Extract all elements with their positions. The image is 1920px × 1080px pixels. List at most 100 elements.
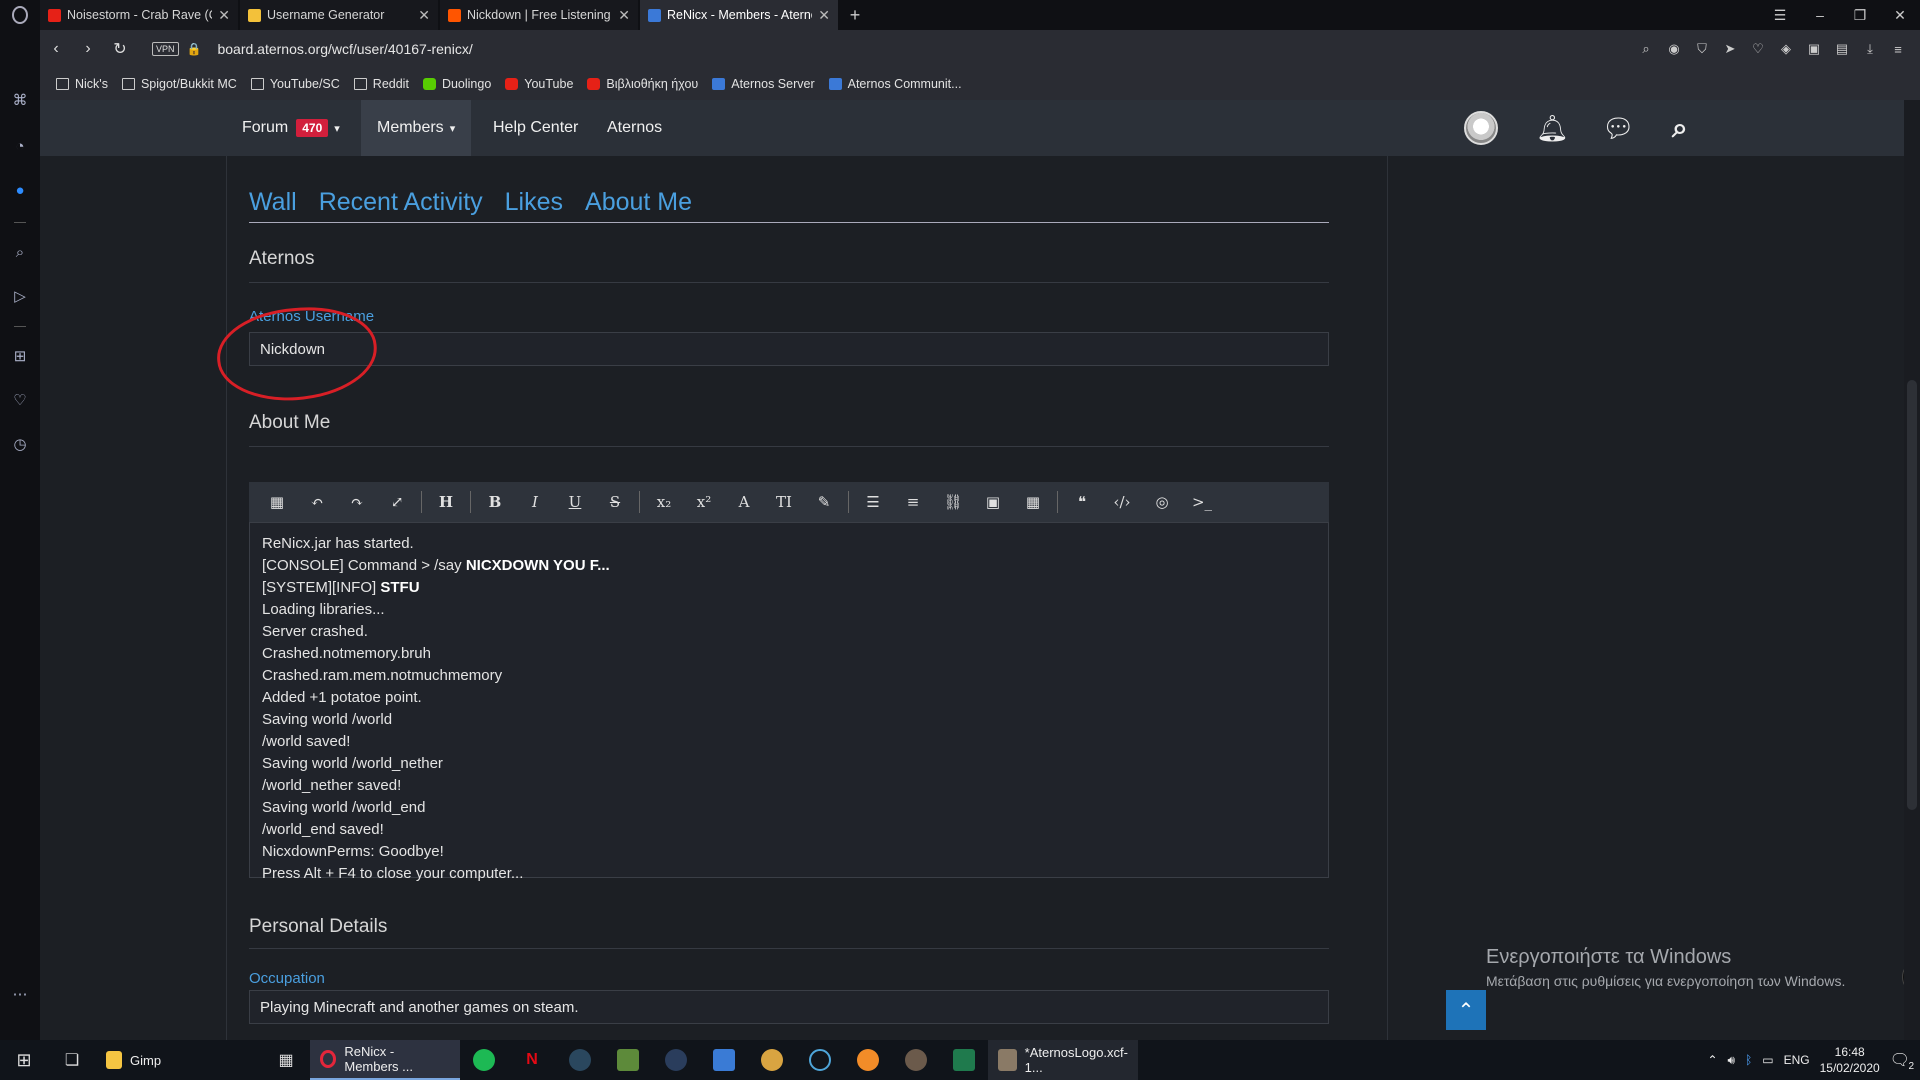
browser-tab[interactable]: Username Generator ✕ [240, 0, 438, 30]
link-icon[interactable]: ⛓ [933, 482, 973, 522]
source-icon[interactable]: ▦ [257, 482, 297, 522]
tab-likes[interactable]: Likes [505, 188, 563, 216]
browser-tab[interactable]: Noisestorm - Crab Rave (O ✕ [40, 0, 238, 30]
font-size-icon[interactable]: TI [764, 482, 804, 522]
bookmark-item[interactable]: YouTube/SC [250, 77, 340, 91]
spotify-icon[interactable] [460, 1040, 508, 1080]
nav-members[interactable]: Members ▾ [361, 100, 472, 156]
subscript-icon[interactable]: x₂ [644, 482, 684, 522]
photo-app-icon[interactable] [700, 1040, 748, 1080]
steam-icon[interactable] [556, 1040, 604, 1080]
fullscreen-icon[interactable]: ⤢ [377, 482, 417, 522]
close-tab-icon[interactable]: ✕ [618, 7, 630, 24]
minecraft-icon[interactable] [604, 1040, 652, 1080]
gimp-icon[interactable] [892, 1040, 940, 1080]
close-tab-icon[interactable]: ✕ [218, 7, 230, 24]
search-icon[interactable]: ⌕ [11, 244, 29, 262]
apps-grid-icon[interactable]: ⊞ [11, 348, 29, 366]
app-icon[interactable] [748, 1040, 796, 1080]
menu-icon[interactable]: ≡ [1890, 41, 1906, 57]
new-tab-button[interactable]: + [840, 0, 870, 30]
restore-icon[interactable]: ❐ [1840, 0, 1880, 30]
gamepad-icon[interactable]: ⌘ [11, 92, 29, 110]
download-icon[interactable]: ⤓ [1862, 41, 1878, 57]
heart-icon[interactable]: ♡ [1750, 41, 1766, 57]
more-icon[interactable]: ⋯ [11, 986, 29, 1004]
image-icon[interactable]: ▣ [973, 482, 1013, 522]
bookmark-item[interactable]: YouTube [505, 77, 573, 91]
close-tab-icon[interactable]: ✕ [818, 7, 830, 24]
taskbar-gimp-folder[interactable]: Gimp [96, 1040, 246, 1080]
volume-icon[interactable]: 🔊︎ [1728, 1053, 1736, 1068]
lock-icon[interactable]: 🔒 [187, 42, 202, 56]
tab-menu-icon[interactable]: ☰ [1760, 0, 1800, 30]
language-indicator[interactable]: ENG [1784, 1053, 1810, 1067]
code-icon[interactable]: ‹/› [1102, 482, 1142, 522]
minimize-icon[interactable]: – [1800, 0, 1840, 30]
forward-icon[interactable]: › [72, 40, 104, 58]
search-icon[interactable]: ⌕ [1672, 100, 1688, 156]
fl-studio-icon[interactable] [844, 1040, 892, 1080]
opera-menu-icon[interactable] [0, 0, 40, 30]
nav-forum[interactable]: Forum 470 ▾ [242, 100, 340, 156]
headset-icon[interactable] [796, 1040, 844, 1080]
italic-icon[interactable]: I [515, 482, 555, 522]
bookmark-item[interactable]: Aternos Communit... [828, 77, 962, 91]
extension-icon[interactable]: ◈ [1778, 41, 1794, 57]
quote-icon[interactable]: ❝ [1062, 482, 1102, 522]
user-avatar[interactable] [1464, 100, 1498, 156]
history-icon[interactable]: ◷ [11, 436, 29, 454]
bookmark-item[interactable]: Reddit [353, 77, 409, 91]
vpn-badge[interactable]: VPN [152, 42, 179, 56]
bookmark-item[interactable]: Βιβλιοθήκη ήχου [587, 77, 698, 91]
calculator-icon[interactable]: ▦ [262, 1040, 310, 1080]
app-launcher-icon[interactable] [940, 1040, 988, 1080]
tab-about-me[interactable]: About Me [585, 188, 692, 216]
browser-tab[interactable]: Nickdown | Free Listening o ✕ [440, 0, 638, 30]
bell-icon[interactable]: 🔔︎ [1536, 100, 1569, 156]
netflix-icon[interactable]: N [508, 1040, 556, 1080]
close-tab-icon[interactable]: ✕ [418, 7, 430, 24]
chevron-up-icon[interactable]: ⌃ [1707, 1053, 1717, 1067]
underline-icon[interactable]: U [555, 482, 595, 522]
back-icon[interactable]: ‹ [40, 40, 72, 58]
network-icon[interactable]: ▭ [1762, 1053, 1773, 1067]
clear-format-icon[interactable]: ✎ [804, 482, 844, 522]
conversations-icon[interactable]: 💬︎ [1602, 100, 1635, 156]
vpn-app-icon[interactable] [652, 1040, 700, 1080]
spoiler-icon[interactable]: ◎ [1142, 482, 1182, 522]
strikethrough-icon[interactable]: S [595, 482, 635, 522]
taskbar-opera[interactable]: ReNicx - Members ... [310, 1040, 460, 1080]
tab-recent-activity[interactable]: Recent Activity [319, 188, 483, 216]
heading-icon[interactable]: H [426, 482, 466, 522]
bookmark-item[interactable]: Nick's [56, 77, 108, 91]
bookmark-item[interactable]: Spigot/Bukkit MC [121, 77, 237, 91]
close-window-icon[interactable]: ✕ [1880, 0, 1920, 30]
windows-start-icon[interactable]: ⊞ [0, 1040, 48, 1080]
bluetooth-icon[interactable]: ᛒ [1745, 1053, 1752, 1067]
reload-icon[interactable]: ↻ [104, 39, 136, 59]
url-field[interactable]: board.aternos.org/wcf/user/40167-renicx/ [217, 41, 472, 57]
bookmark-item[interactable]: Duolingo [422, 77, 491, 91]
taskbar-gimp-file[interactable]: *AternosLogo.xcf-1... [988, 1040, 1138, 1080]
bold-icon[interactable]: B [475, 482, 515, 522]
scroll-to-top-button[interactable]: ⌃ [1446, 990, 1486, 1030]
undo-icon[interactable]: ↶ [297, 482, 337, 522]
redo-icon[interactable]: ↷ [337, 482, 377, 522]
messenger-icon[interactable]: ● [11, 182, 29, 200]
search-page-icon[interactable]: ⌕ [1638, 41, 1654, 57]
heart-icon[interactable]: ♡ [11, 392, 29, 410]
task-view-icon[interactable]: ❏ [48, 1040, 96, 1080]
list-icon[interactable]: ☰ [853, 482, 893, 522]
send-icon[interactable]: ➤ [1722, 41, 1738, 57]
browser-tab-active[interactable]: ReNicx - Members - Aterno ✕ [640, 0, 838, 30]
translate-alt-icon[interactable]: ▤ [1834, 41, 1850, 57]
snapshot-icon[interactable]: ◉ [1666, 41, 1682, 57]
bookmark-item[interactable]: Aternos Server [712, 77, 815, 91]
font-color-icon[interactable]: A [724, 482, 764, 522]
inline-code-icon[interactable]: >_ [1182, 482, 1222, 522]
about-me-editor[interactable]: ReNicx.jar has started. [CONSOLE] Command… [249, 522, 1329, 882]
superscript-icon[interactable]: x² [684, 482, 724, 522]
speed-dial-icon[interactable]: ◔ [11, 138, 29, 156]
nav-aternos[interactable]: Aternos [607, 100, 662, 156]
